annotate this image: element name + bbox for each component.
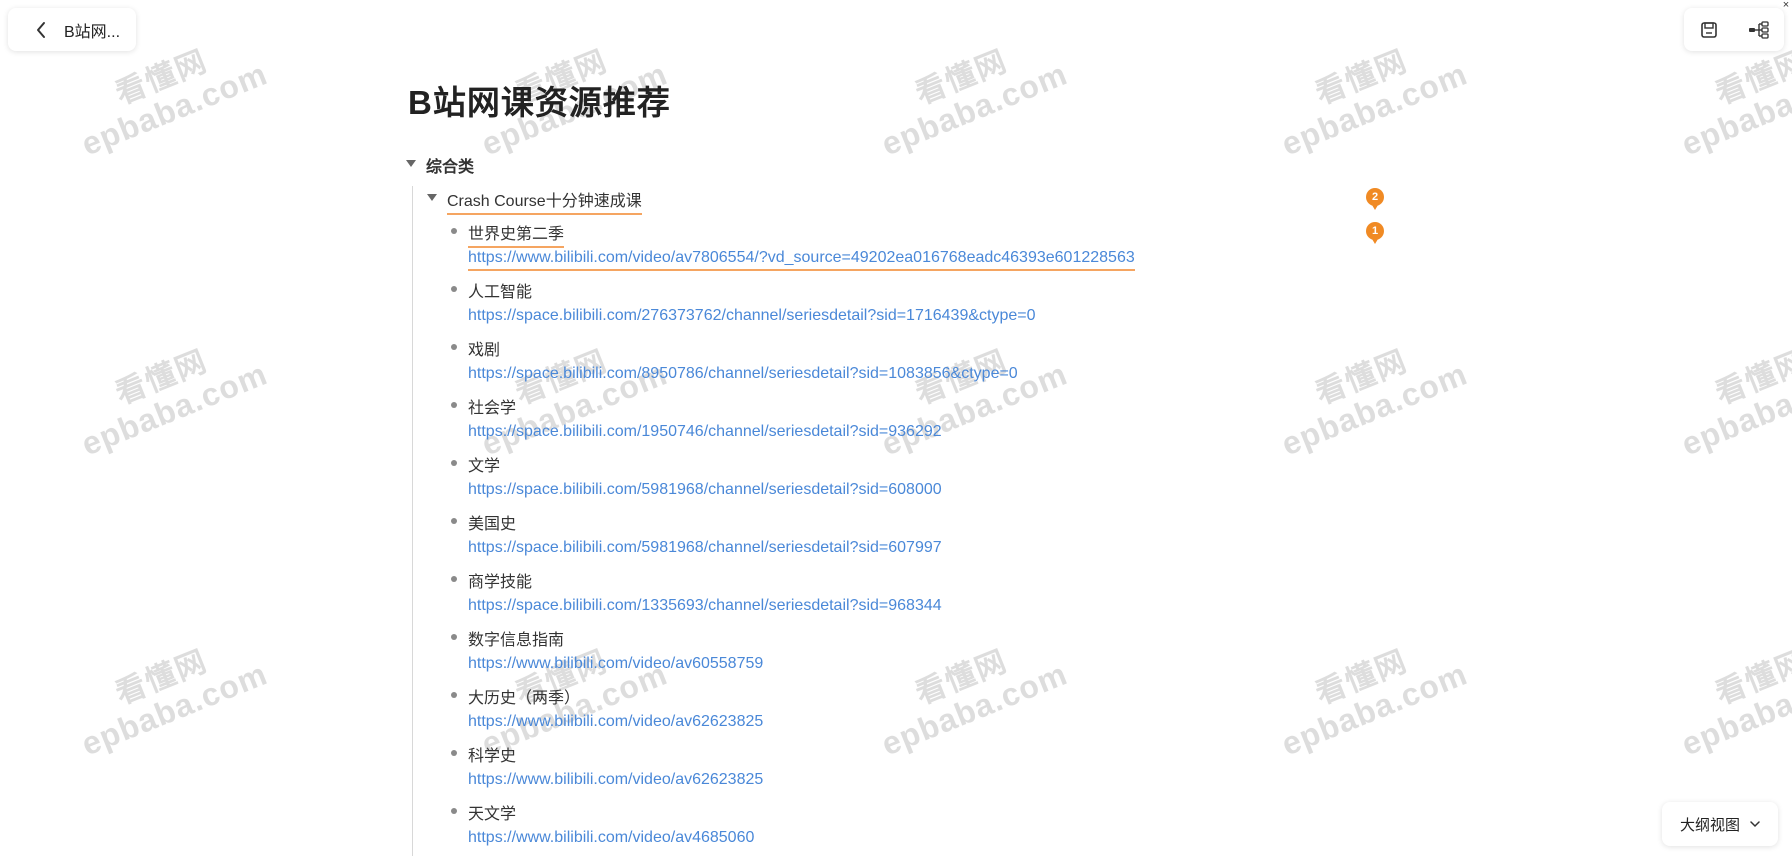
watermark-en-text: epbaba.com <box>1676 655 1792 763</box>
item-name[interactable]: 天文学 <box>468 800 516 824</box>
watermark-en-text: epbaba.com <box>76 655 273 763</box>
badge-tail-icon <box>1372 205 1378 210</box>
item-name[interactable]: 商学技能 <box>468 568 532 592</box>
watermark-cn-text: 看懂网 <box>1311 44 1413 112</box>
mindmap-icon[interactable] <box>1747 18 1771 42</box>
document-short-title: B站网... <box>64 23 121 41</box>
view-mode-dropdown[interactable]: 大纲视图 <box>1662 802 1778 846</box>
item-name[interactable]: 美国史 <box>468 510 516 534</box>
app-page: 看懂网 epbaba.com 看懂网 epbaba.com 看懂网 epbaba.com 看… <box>0 0 1792 856</box>
item-name[interactable]: 文学 <box>468 452 500 476</box>
watermark-en-text: epbaba.com <box>876 55 1073 163</box>
bullet-point <box>451 344 457 350</box>
watermark: 看懂网 epbaba.com <box>864 326 1072 463</box>
comment-count-badge[interactable]: 1 <box>1366 222 1384 244</box>
watermark-en-text: epbaba.com <box>1276 55 1473 163</box>
bullet-point <box>451 808 457 814</box>
watermark-cn-text: 看懂网 <box>111 644 213 712</box>
item-name[interactable]: 世界史第二季 <box>468 220 565 248</box>
bullet-point <box>451 634 457 640</box>
bullet-point <box>451 286 457 292</box>
category-heading[interactable]: 综合类 <box>426 153 474 177</box>
item-link[interactable]: https://www.bilibili.com/video/av7806554… <box>468 249 1135 271</box>
back-button[interactable]: B站网... <box>8 8 136 51</box>
watermark: 看懂网 epbaba.com <box>864 26 1072 163</box>
view-mode-label: 大纲视图 <box>1679 816 1740 834</box>
badge-tail-icon <box>1372 239 1378 244</box>
watermark: 看懂网 epbaba.com <box>1264 26 1472 163</box>
bullet-point <box>451 576 457 582</box>
item-name[interactable]: 数字信息指南 <box>468 626 564 650</box>
watermark: 看懂网 epbaba.com <box>864 626 1072 763</box>
bullet-point <box>451 460 457 466</box>
bullet-point <box>451 750 457 756</box>
item-link[interactable]: https://www.bilibili.com/video/av6262382… <box>468 771 763 789</box>
watermark-en-text: epbaba.com <box>1276 655 1473 763</box>
item-link[interactable]: https://www.bilibili.com/video/av6262382… <box>468 713 763 731</box>
item-link[interactable]: https://space.bilibili.com/1950746/chann… <box>468 423 942 441</box>
item-link[interactable]: https://space.bilibili.com/276373762/cha… <box>468 307 1036 325</box>
watermark-en-text: epbaba.com <box>1276 355 1473 463</box>
comment-count-text: 2 <box>1371 191 1379 203</box>
bullet-point <box>451 518 457 524</box>
watermark-en-text: epbaba.com <box>1676 55 1792 163</box>
save-icon[interactable] <box>1697 18 1721 42</box>
bullet-point <box>451 402 457 408</box>
watermark-cn-text: 看懂网 <box>1711 344 1792 412</box>
collapse-category-toggle[interactable] <box>406 160 416 167</box>
watermark-en-text: epbaba.com <box>76 355 273 463</box>
item-name[interactable]: 戏剧 <box>468 336 500 360</box>
item-name[interactable]: 人工智能 <box>468 278 532 302</box>
item-name[interactable]: 科学史 <box>468 742 516 766</box>
outline-guide-line <box>412 186 413 856</box>
watermark: 看懂网 epbaba.com <box>64 626 272 763</box>
close-icon[interactable]: × <box>1780 0 1792 11</box>
toolbar <box>1684 8 1784 51</box>
item-name[interactable]: 大历史（两季） <box>468 684 580 708</box>
comment-count-badge[interactable]: 2 <box>1366 188 1384 210</box>
watermark-en-text: epbaba.com <box>876 655 1073 763</box>
watermark-en-text: epbaba.com <box>1676 355 1792 463</box>
collapse-subcategory-toggle[interactable] <box>427 194 437 201</box>
watermark-cn-text: 看懂网 <box>911 644 1013 712</box>
item-link[interactable]: https://www.bilibili.com/video/av6055875… <box>468 655 763 673</box>
item-link[interactable]: https://www.bilibili.com/video/av4685060 <box>468 829 754 847</box>
watermark: 看懂网 epbaba.com <box>1664 626 1792 763</box>
watermark-cn-text: 看懂网 <box>111 344 213 412</box>
watermark-cn-text: 看懂网 <box>1311 644 1413 712</box>
watermark-en-text: epbaba.com <box>76 55 273 163</box>
comment-count-text: 1 <box>1371 225 1379 237</box>
watermark: 看懂网 epbaba.com <box>1264 626 1472 763</box>
chevron-left-icon <box>32 21 50 39</box>
watermark-cn-text: 看懂网 <box>1311 344 1413 412</box>
item-link[interactable]: https://space.bilibili.com/8950786/chann… <box>468 365 1018 383</box>
watermark: 看懂网 epbaba.com <box>1664 326 1792 463</box>
item-name[interactable]: 社会学 <box>468 394 516 418</box>
bullet-point <box>451 692 457 698</box>
item-link[interactable]: https://space.bilibili.com/5981968/chann… <box>468 539 942 557</box>
page-title: B站网课资源推荐 <box>408 84 671 121</box>
watermark-cn-text: 看懂网 <box>1711 644 1792 712</box>
watermark: 看懂网 epbaba.com <box>64 326 272 463</box>
chevron-down-icon <box>1750 820 1760 828</box>
watermark: 看懂网 epbaba.com <box>1264 326 1472 463</box>
subcategory-heading[interactable]: Crash Course十分钟速成课 <box>447 187 642 215</box>
watermark-cn-text: 看懂网 <box>911 44 1013 112</box>
item-link[interactable]: https://space.bilibili.com/1335693/chann… <box>468 597 942 615</box>
item-link[interactable]: https://space.bilibili.com/5981968/chann… <box>468 481 942 499</box>
bullet-point <box>451 228 457 234</box>
